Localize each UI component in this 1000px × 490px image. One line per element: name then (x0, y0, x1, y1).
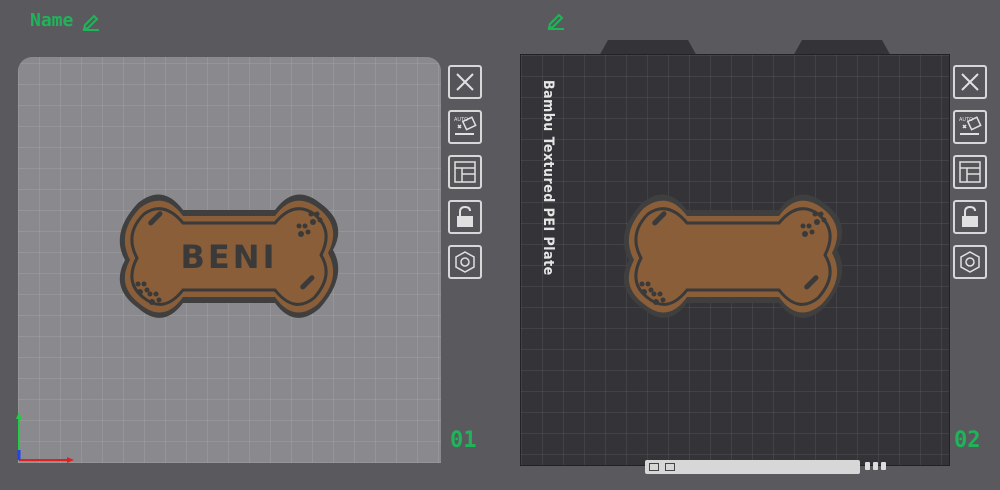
plate-1-name: Name (30, 10, 101, 31)
lock-icon (958, 205, 982, 229)
plate-1-toolbar: AUTO (448, 65, 482, 279)
pencil-icon[interactable] (546, 10, 566, 30)
close-icon (453, 70, 477, 94)
bone-name-text: BENI (181, 238, 278, 276)
settings-button[interactable] (448, 245, 482, 279)
axis-gizmo (14, 412, 76, 470)
arrange-button[interactable] (448, 155, 482, 189)
svg-text:AUTO: AUTO (454, 117, 468, 123)
arrange-icon (958, 160, 982, 184)
plate-2-name (538, 10, 566, 30)
plate-type-label: Bambu Textured PEI Plate (540, 80, 556, 276)
plate-1-number: 01 (450, 428, 477, 453)
settings-icon (453, 250, 477, 274)
settings-icon (958, 250, 982, 274)
arrange-icon (453, 160, 477, 184)
close-button[interactable] (448, 65, 482, 99)
auto-orient-button[interactable]: AUTO (448, 110, 482, 144)
settings-button[interactable] (953, 245, 987, 279)
bone-object-2[interactable] (612, 188, 854, 334)
plate-logo-icon (649, 463, 659, 471)
marker-icon (865, 462, 870, 470)
lock-icon (453, 205, 477, 229)
marker-icon (873, 462, 878, 470)
svg-text:AUTO: AUTO (959, 117, 973, 123)
plate-logo-icon (665, 463, 675, 471)
plate-1-name-label: Name (30, 10, 74, 31)
close-icon (958, 70, 982, 94)
plate-2-toolbar: AUTO (953, 65, 987, 279)
arrange-button[interactable] (953, 155, 987, 189)
pencil-icon[interactable] (81, 11, 101, 31)
plate-2-strip-markers (865, 462, 886, 470)
plate-2-label-strip (645, 460, 860, 474)
auto-orient-icon: AUTO (452, 114, 478, 140)
auto-orient-icon: AUTO (957, 114, 983, 140)
auto-orient-button[interactable]: AUTO (953, 110, 987, 144)
bone-shape: BENI (119, 194, 339, 318)
bone-object-1[interactable]: BENI (108, 188, 350, 334)
close-button[interactable] (953, 65, 987, 99)
marker-icon (881, 462, 886, 470)
lock-button[interactable] (448, 200, 482, 234)
plate-2-number: 02 (954, 428, 981, 453)
lock-button[interactable] (953, 200, 987, 234)
